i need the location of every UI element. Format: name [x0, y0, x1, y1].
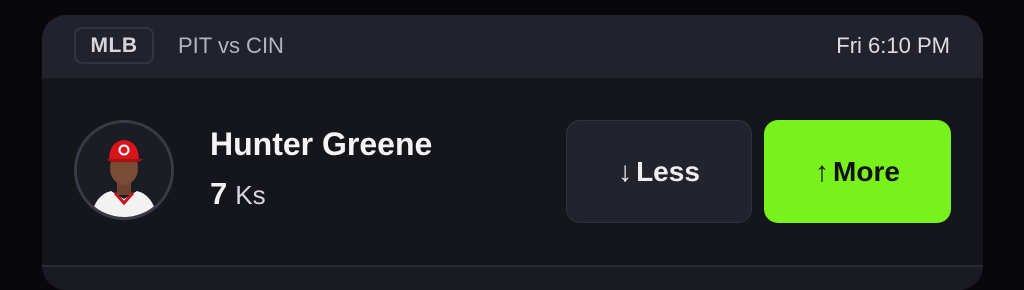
card-body: Hunter Greene 7 Ks ↓ Less ↑ More: [42, 78, 983, 265]
more-button-label: More: [833, 155, 900, 187]
arrow-down-icon: ↓: [618, 155, 633, 187]
pick-card: MLB PIT vs CIN Fri 6:10 PM Hunter Greene: [42, 15, 983, 290]
league-badge: MLB: [74, 27, 154, 64]
line-value: 7: [210, 176, 228, 211]
player-headshot-icon: [77, 123, 171, 217]
less-button[interactable]: ↓ Less: [566, 120, 752, 223]
stat-line: 7 Ks: [210, 174, 266, 220]
arrow-up-icon: ↑: [815, 155, 830, 187]
player-avatar: [74, 120, 174, 220]
more-button[interactable]: ↑ More: [764, 120, 951, 223]
matchup-label: PIT vs CIN: [178, 33, 284, 58]
divider: [42, 265, 983, 267]
player-name: Hunter Greene: [210, 126, 433, 162]
less-button-label: Less: [636, 155, 700, 187]
card-header: MLB PIT vs CIN Fri 6:10 PM: [42, 15, 983, 78]
stat-unit: Ks: [235, 180, 266, 210]
game-time: Fri 6:10 PM: [836, 33, 950, 58]
